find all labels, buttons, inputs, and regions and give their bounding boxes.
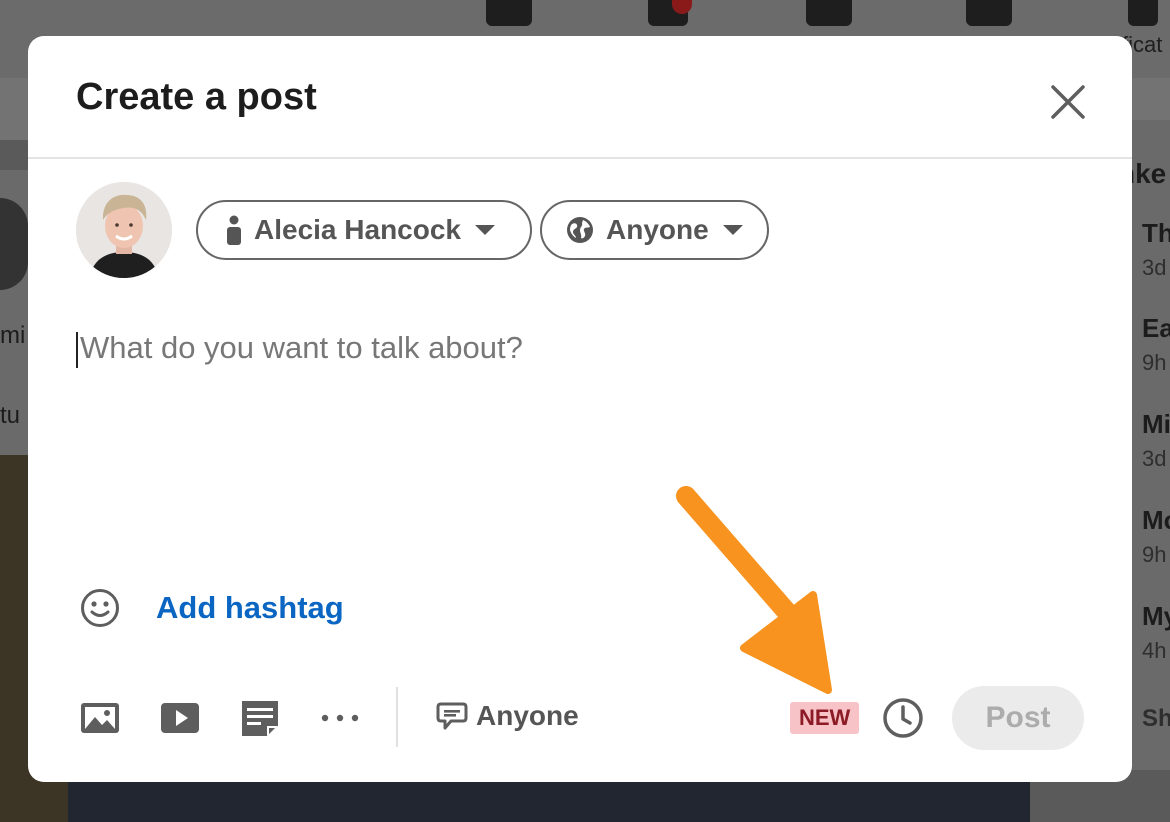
background-news-item: Ea 9h xyxy=(1142,313,1170,375)
comment-control-button[interactable]: Anyone xyxy=(436,700,579,732)
audience-selector[interactable]: Anyone xyxy=(540,200,769,260)
audience-label: Anyone xyxy=(606,214,709,245)
smiley-icon xyxy=(81,589,119,627)
globe-icon xyxy=(567,217,593,243)
toolbar-divider xyxy=(396,687,398,747)
background-news-item: Mi 3d xyxy=(1142,409,1170,471)
editor-placeholder: What do you want to talk about? xyxy=(80,330,523,365)
background-news-item: My4h xyxy=(1142,601,1170,663)
add-hashtag-link[interactable]: Add hashtag xyxy=(156,590,344,626)
jobs-nav-icon xyxy=(806,0,852,26)
chevron-down-icon xyxy=(722,225,743,235)
bell-nav-icon xyxy=(1128,0,1158,26)
background-left-text-2: tu xyxy=(0,402,21,429)
avatar xyxy=(76,182,172,278)
background-feed-photo-bottom xyxy=(68,782,1030,822)
chevron-down-icon xyxy=(475,225,495,235)
post-text-editor[interactable]: What do you want to talk about? xyxy=(76,328,1076,528)
text-cursor xyxy=(76,332,78,368)
close-button[interactable] xyxy=(1046,80,1090,124)
post-button[interactable]: Post xyxy=(952,686,1084,750)
comment-icon xyxy=(436,702,468,730)
create-post-dialog: Create a post Alecia Hancock Anyone What… xyxy=(28,36,1132,782)
background-news-item: Mo9h xyxy=(1142,505,1170,567)
home-nav-icon xyxy=(486,0,532,26)
more-options-button[interactable] xyxy=(320,698,360,738)
messaging-nav-icon xyxy=(966,0,1012,26)
close-icon xyxy=(1051,85,1085,119)
background-show-more: Sh xyxy=(1142,705,1170,732)
author-name: Alecia Hancock xyxy=(254,214,461,245)
author-selector[interactable]: Alecia Hancock xyxy=(196,200,532,260)
more-icon xyxy=(321,714,359,722)
clock-icon xyxy=(883,698,923,738)
document-icon xyxy=(242,701,278,736)
background-left-text-1: mi xyxy=(0,322,26,349)
add-photo-button[interactable] xyxy=(80,698,120,738)
background-left-avatar xyxy=(0,198,28,290)
add-video-button[interactable] xyxy=(160,698,200,738)
new-feature-badge: NEW xyxy=(790,702,860,734)
comment-control-label: Anyone xyxy=(476,700,579,731)
emoji-button[interactable] xyxy=(80,588,120,628)
schedule-post-button[interactable] xyxy=(882,697,924,739)
header-divider xyxy=(28,157,1132,159)
person-icon xyxy=(227,215,241,245)
photo-icon xyxy=(81,703,119,733)
background-news-item: Th 3d xyxy=(1142,218,1170,280)
add-document-button[interactable] xyxy=(240,698,280,738)
dialog-title: Create a post xyxy=(76,76,317,118)
video-icon xyxy=(161,703,199,733)
